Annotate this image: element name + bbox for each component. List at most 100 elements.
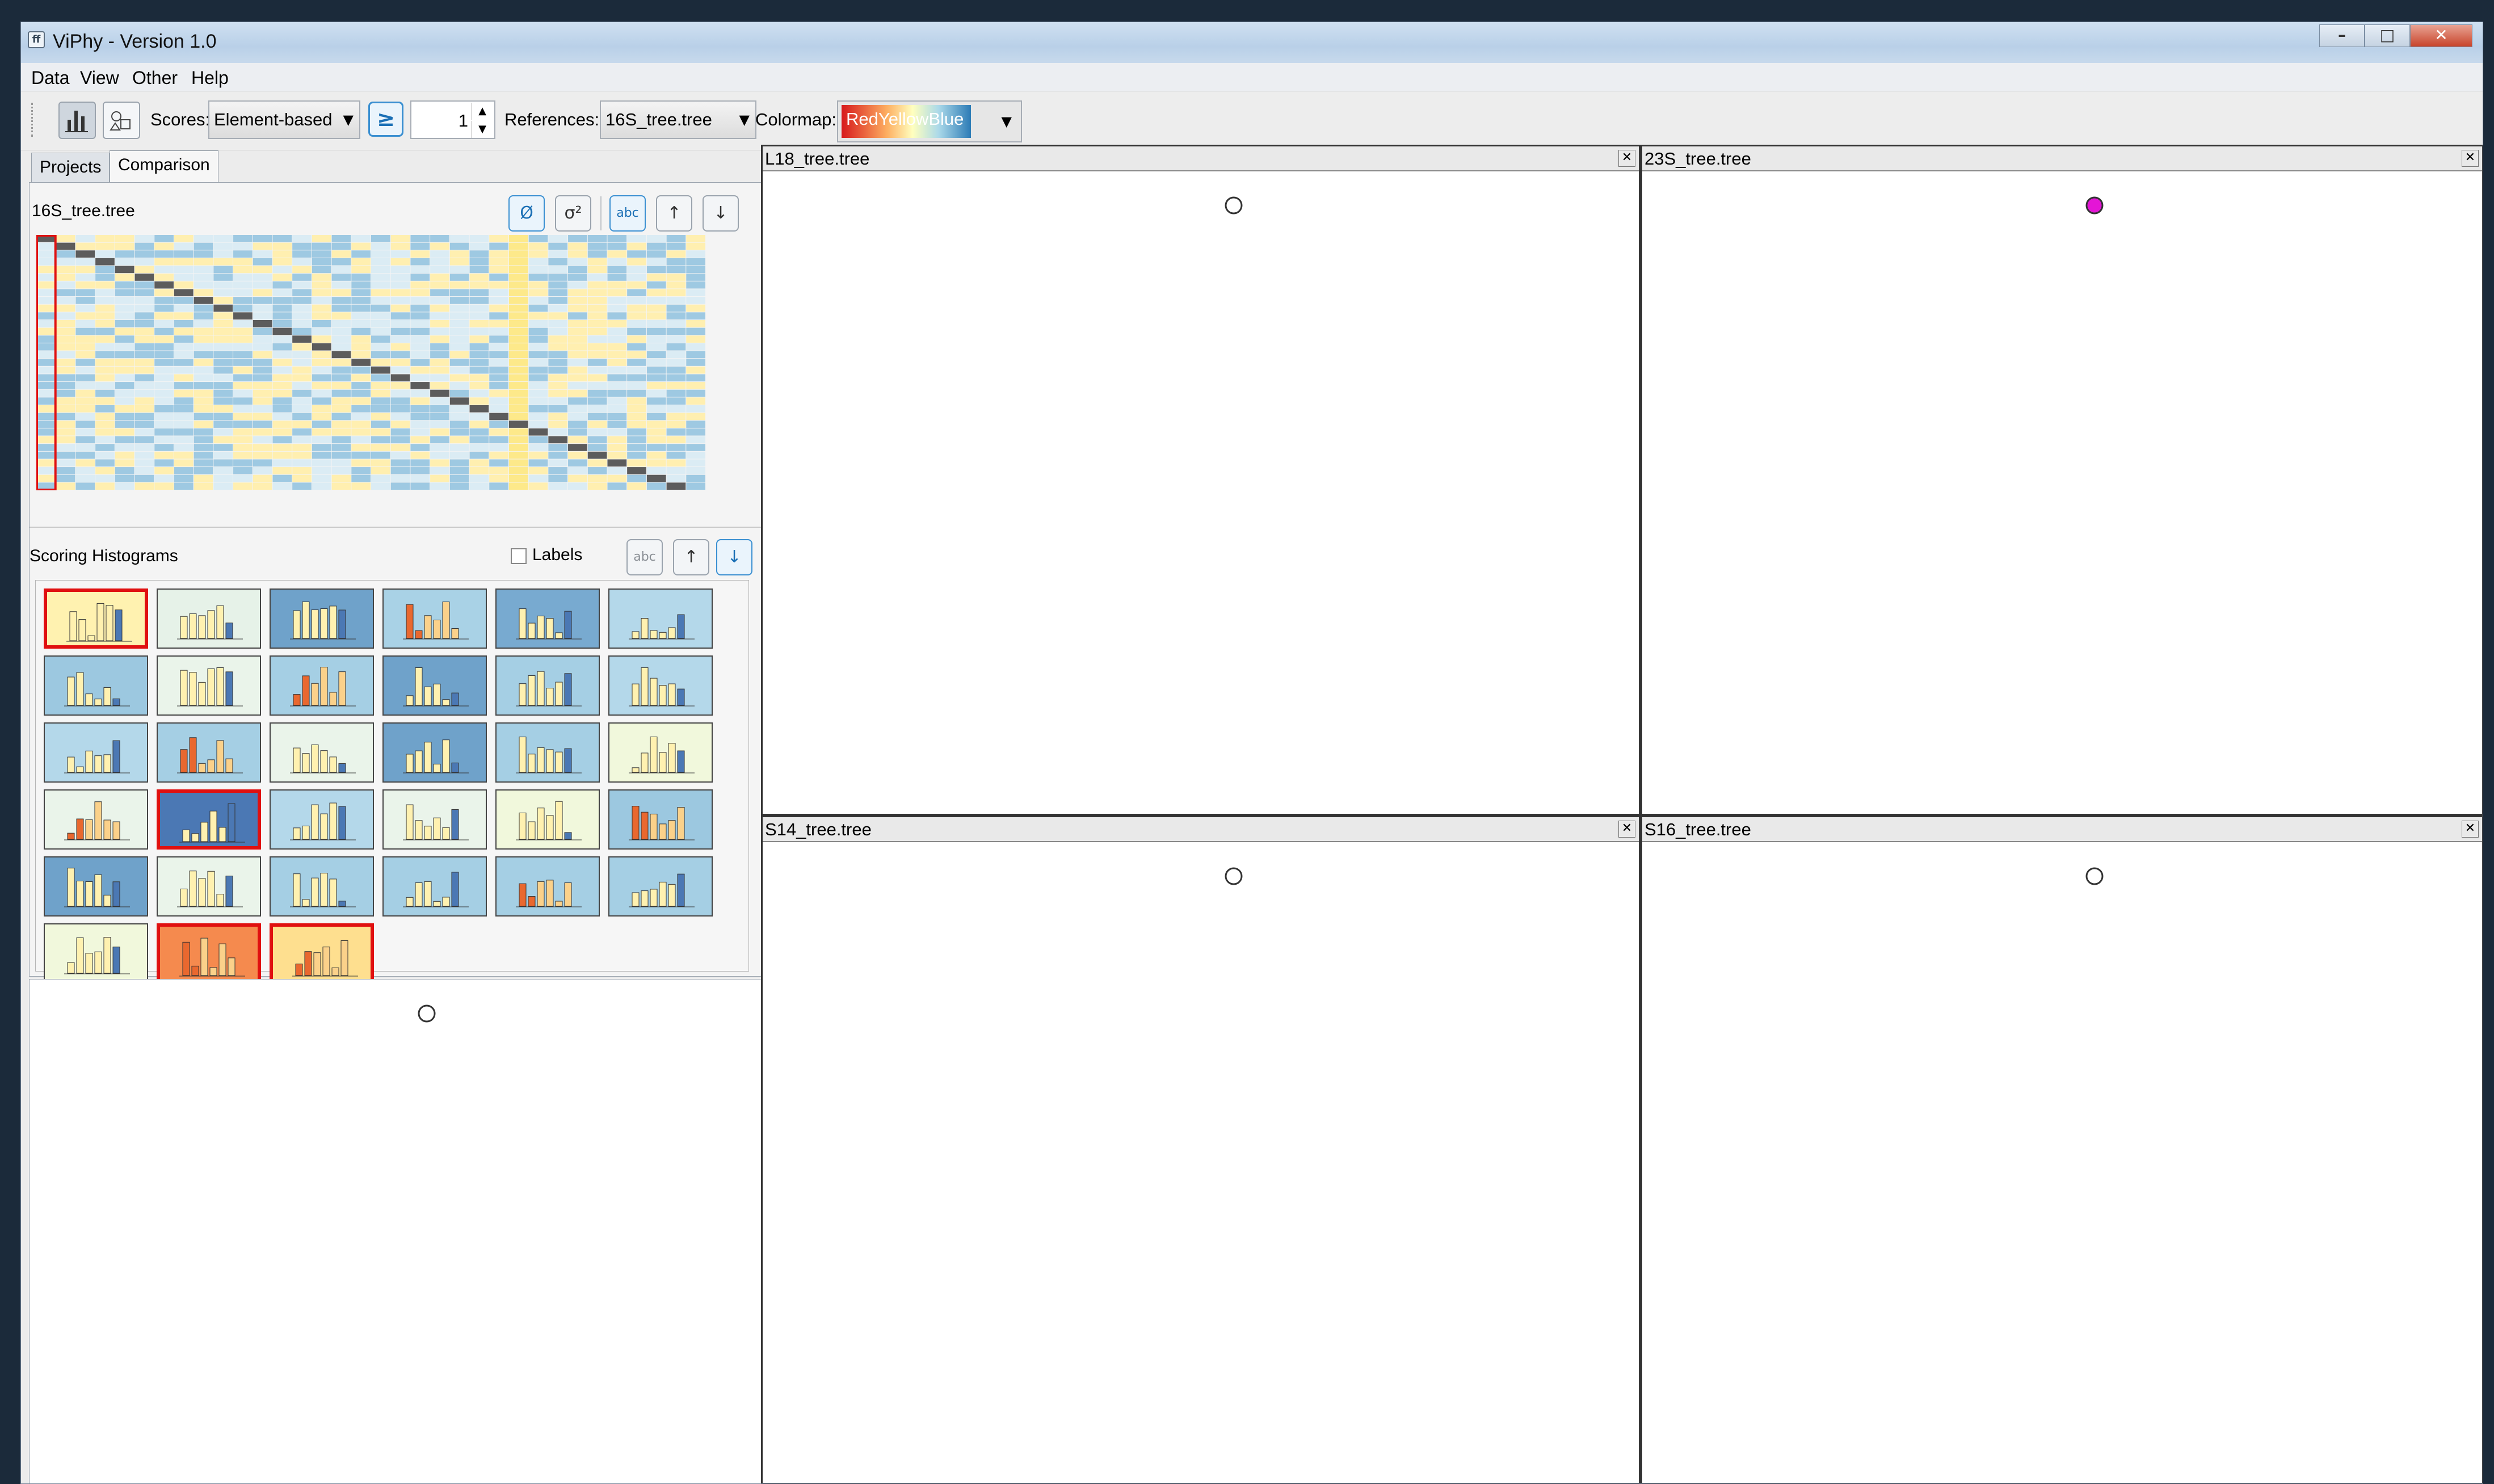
histogram-tile[interactable] — [157, 655, 261, 716]
histogram-tile[interactable] — [44, 588, 148, 649]
matrix-cell — [489, 382, 508, 389]
matrix-cell — [154, 281, 174, 289]
matrix-cell — [489, 343, 508, 351]
matrix-cell — [194, 389, 213, 397]
matrix-cell — [371, 312, 390, 319]
matrix-cell — [272, 459, 292, 467]
matrix-cell — [233, 335, 253, 343]
histogram-bar — [293, 610, 301, 639]
histogram-tile[interactable] — [270, 655, 374, 716]
matrix-cell — [115, 389, 134, 397]
matrix-cell — [469, 351, 489, 359]
matrix-cell — [666, 250, 686, 258]
variance-button[interactable]: σ² — [555, 195, 591, 232]
menu-other[interactable]: Other — [132, 66, 178, 89]
close-icon[interactable]: ✕ — [1618, 150, 1635, 167]
maximize-button[interactable]: □ — [2365, 24, 2410, 47]
matrix-cell — [489, 405, 508, 413]
labels-button[interactable]: abc — [609, 195, 646, 232]
close-icon[interactable]: ✕ — [2462, 150, 2479, 167]
histogram-tile[interactable] — [157, 923, 261, 983]
threshold-spinner[interactable]: 1 ▲ ▼ — [410, 100, 495, 139]
phylogenetic-tree[interactable] — [763, 842, 1639, 1483]
histogram-tile[interactable] — [608, 588, 713, 649]
histogram-tile[interactable] — [608, 789, 713, 850]
hist-sort-down-button[interactable]: ↓ — [716, 539, 752, 575]
spinner-up-icon[interactable]: ▲ — [471, 103, 493, 120]
histogram-tile[interactable] — [495, 789, 600, 850]
hist-sort-up-button[interactable]: ↑ — [673, 539, 709, 575]
menu-view[interactable]: View — [80, 66, 119, 89]
matrix-cell — [410, 359, 430, 366]
matrix-cell — [174, 382, 194, 389]
references-dropdown[interactable]: 16S_tree.tree ▼ — [600, 100, 756, 139]
histogram-tile[interactable] — [495, 856, 600, 917]
histogram-tile[interactable] — [157, 789, 261, 850]
matrix-cell — [587, 343, 607, 351]
bar-chart-button[interactable] — [58, 102, 96, 139]
matrix-cell — [194, 459, 213, 467]
histogram-tile[interactable] — [270, 588, 374, 649]
spinner-down-icon[interactable]: ▼ — [471, 121, 493, 138]
matrix-cell — [351, 374, 371, 382]
histogram-tile[interactable] — [44, 923, 148, 983]
histogram-tile[interactable] — [382, 588, 487, 649]
histogram-tile[interactable] — [44, 655, 148, 716]
matrix-cell — [351, 312, 371, 319]
scores-dropdown[interactable]: Element-based ▼ — [208, 100, 360, 139]
histogram-tile[interactable] — [382, 722, 487, 783]
matrix-cell — [213, 335, 233, 343]
histogram-bar — [519, 883, 527, 907]
histogram-tile[interactable] — [157, 722, 261, 783]
menu-data[interactable]: Data — [31, 66, 70, 89]
phylogenetic-tree[interactable] — [1642, 171, 2482, 814]
histogram-tile[interactable] — [270, 789, 374, 850]
histogram-tile[interactable] — [382, 655, 487, 716]
histogram-tile[interactable] — [44, 856, 148, 917]
histogram-bar — [112, 881, 120, 907]
histogram-tile[interactable] — [382, 789, 487, 850]
histogram-tile[interactable] — [495, 588, 600, 649]
comparison-matrix[interactable] — [36, 235, 706, 490]
histogram-tile[interactable] — [608, 722, 713, 783]
matrix-cell — [292, 428, 312, 436]
hist-labels-button[interactable]: abc — [626, 539, 663, 575]
phylogenetic-tree[interactable] — [1642, 842, 2482, 1483]
overview-tree[interactable] — [30, 979, 771, 1483]
minimize-button[interactable]: – — [2319, 24, 2365, 47]
histogram-tile[interactable] — [382, 856, 487, 917]
sort-up-button[interactable]: ↑ — [656, 195, 692, 232]
reference-tree-overview[interactable] — [29, 979, 772, 1483]
tab-projects[interactable]: Projects — [31, 153, 110, 182]
close-icon[interactable]: ✕ — [1618, 821, 1635, 838]
matrix-cell — [449, 459, 469, 467]
matrix-cell — [134, 444, 154, 451]
tab-comparison[interactable]: Comparison — [110, 150, 218, 183]
histogram-tile[interactable] — [270, 923, 374, 983]
colormap-dropdown[interactable]: RedYellowBlue ▼ — [837, 100, 1022, 142]
histogram-tile[interactable] — [44, 722, 148, 783]
close-icon[interactable]: ✕ — [2462, 821, 2479, 838]
histogram-tile[interactable] — [157, 856, 261, 917]
matrix-cell — [587, 428, 607, 436]
histogram-tile[interactable] — [495, 722, 600, 783]
toolbar-grip[interactable] — [31, 103, 35, 137]
greater-equal-button[interactable]: ≥ — [368, 102, 403, 137]
shapes-button[interactable] — [103, 102, 140, 139]
histogram-tile[interactable] — [608, 655, 713, 716]
histogram-tile[interactable] — [270, 856, 374, 917]
histogram-tile[interactable] — [157, 588, 261, 649]
matrix-cell — [489, 335, 508, 343]
matrix-cell — [686, 413, 705, 421]
empty-set-button[interactable]: Ø — [508, 195, 545, 232]
close-button[interactable]: ✕ — [2410, 24, 2472, 47]
labels-checkbox[interactable] — [511, 548, 527, 564]
sort-down-button[interactable]: ↓ — [703, 195, 739, 232]
histogram-tile[interactable] — [608, 856, 713, 917]
histogram-tile[interactable] — [495, 655, 600, 716]
histogram-tile[interactable] — [44, 789, 148, 850]
histogram-bar — [564, 673, 572, 706]
phylogenetic-tree[interactable] — [763, 171, 1639, 814]
menu-help[interactable]: Help — [191, 66, 229, 89]
histogram-tile[interactable] — [270, 722, 374, 783]
